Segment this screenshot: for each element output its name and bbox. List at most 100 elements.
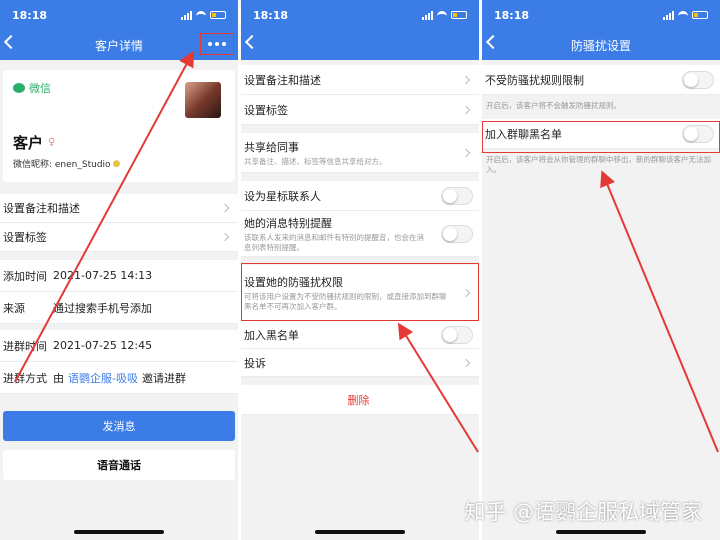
wechat-label: 微信 bbox=[29, 82, 51, 95]
info-label: 进群方式 bbox=[3, 371, 47, 385]
wifi-icon bbox=[196, 11, 206, 19]
watermark: 知乎 @语鹦企服私域管家 bbox=[464, 500, 702, 524]
chevron-right-icon bbox=[461, 358, 471, 367]
anti-harass-settings-screen: 18:18 防骚扰设置 不受防骚扰规则限制 开启后，该客户将不会触发防骚扰规则。… bbox=[482, 0, 720, 540]
send-message-button[interactable]: 发消息 bbox=[3, 411, 235, 441]
join-prefix: 由 bbox=[53, 371, 64, 385]
chevron-right-icon bbox=[461, 148, 471, 157]
chevron-right-icon bbox=[461, 105, 471, 114]
avatar[interactable] bbox=[185, 82, 221, 118]
home-indicator bbox=[315, 530, 405, 534]
signal-icon bbox=[422, 10, 433, 20]
info-row-source: 来源 通过搜索手机号添加 bbox=[0, 292, 238, 324]
blacklist-toggle[interactable] bbox=[441, 325, 473, 344]
info-row-add-time: 添加时间 2021-07-25 14:13 bbox=[0, 260, 238, 292]
share-to-colleague-row[interactable]: 共享给同事共享备注、描述、标签等信息共享给对方。 bbox=[241, 133, 479, 173]
wechat-nickname: 微信昵称: enen_Studio bbox=[13, 160, 111, 170]
wifi-icon bbox=[437, 11, 447, 19]
inviter-link[interactable]: 语鹦企服-吸吸 bbox=[68, 370, 138, 386]
send-message-label: 发消息 bbox=[102, 420, 136, 433]
signal-icon bbox=[663, 10, 674, 20]
row-label: 加入黑名单 bbox=[244, 328, 299, 342]
back-icon[interactable] bbox=[3, 34, 19, 50]
battery-icon bbox=[692, 11, 708, 19]
row-label: 她的消息特别提醒 bbox=[244, 216, 332, 230]
special-notify-row: 她的消息特别提醒该联系人发来的消息和邮件有特别的提醒音，也会在消息列表特别提醒。 bbox=[241, 211, 479, 257]
set-remark-label: 设置备注和描述 bbox=[3, 202, 80, 215]
status-bar: 18:18 bbox=[241, 0, 479, 30]
voice-call-button[interactable]: 语音通话 bbox=[3, 450, 235, 480]
row-subtitle: 共享备注、描述、标签等信息共享给对方。 bbox=[244, 156, 387, 166]
info-label: 来源 bbox=[3, 301, 25, 315]
bulb-icon: ● bbox=[112, 158, 121, 169]
info-row-join-time: 进群时间 2021-07-25 12:45 bbox=[0, 330, 238, 362]
row-label: 投诉 bbox=[244, 356, 266, 370]
group-blacklist-hint: 开启后，该客户将会从你管理的群聊中移出，新的群聊该客户无法加入。 bbox=[486, 155, 711, 174]
set-remark-row[interactable]: 设置备注和描述 bbox=[241, 65, 479, 95]
row-label: 不受防骚扰规则限制 bbox=[485, 73, 584, 87]
battery-icon bbox=[451, 11, 467, 19]
wifi-icon bbox=[678, 11, 688, 19]
exempt-rules-row: 不受防骚扰规则限制 bbox=[482, 65, 720, 95]
set-remark-row[interactable]: 设置备注和描述 bbox=[0, 194, 238, 223]
star-contact-toggle[interactable] bbox=[441, 186, 473, 205]
blacklist-row: 加入黑名单 bbox=[241, 321, 479, 349]
dot-icon bbox=[215, 42, 219, 46]
info-row-join-method: 进群方式 由 语鹦企服-吸吸 邀请进群 bbox=[0, 362, 238, 394]
status-time: 18:18 bbox=[12, 8, 48, 22]
set-tag-row[interactable]: 设置标签 bbox=[241, 95, 479, 125]
more-options-button[interactable] bbox=[200, 33, 234, 55]
back-icon[interactable] bbox=[244, 34, 260, 50]
chevron-right-icon bbox=[461, 75, 471, 84]
top-bar: 18:18 客户详情 bbox=[0, 0, 238, 60]
set-tag-row[interactable]: 设置标签 bbox=[0, 223, 238, 252]
status-icons bbox=[181, 10, 226, 20]
page-title: 防骚扰设置 bbox=[570, 38, 631, 53]
status-bar: 18:18 bbox=[482, 0, 720, 30]
row-label: 设为星标联系人 bbox=[244, 189, 321, 203]
top-bar: 18:18 防骚扰设置 bbox=[482, 0, 720, 60]
nav-bar: 防骚扰设置 bbox=[482, 30, 720, 60]
voice-call-label: 语音通话 bbox=[97, 459, 141, 472]
row-subtitle: 该联系人发来的消息和邮件有特别的提醒音，也会在消息列表特别提醒。 bbox=[244, 232, 424, 252]
page-title: 客户详情 bbox=[94, 38, 143, 53]
row-label: 共享给同事 bbox=[244, 140, 299, 154]
info-label: 进群时间 bbox=[3, 339, 47, 353]
signal-icon bbox=[181, 10, 192, 20]
special-notify-toggle[interactable] bbox=[441, 224, 473, 243]
chevron-right-icon bbox=[220, 232, 230, 242]
nav-bar: 客户详情 bbox=[0, 30, 238, 60]
set-tag-label: 设置标签 bbox=[3, 231, 47, 244]
status-time: 18:18 bbox=[494, 8, 530, 22]
delete-label: 删除 bbox=[347, 393, 370, 407]
home-indicator bbox=[556, 530, 646, 534]
customer-settings-screen: 18:18 设置备注和描述 设置标签 共享给同事共享备注、描述、标签等信息共享给… bbox=[241, 0, 479, 540]
highlight-box bbox=[241, 263, 479, 321]
status-bar: 18:18 bbox=[0, 0, 238, 30]
dot-icon bbox=[222, 42, 226, 46]
home-indicator bbox=[74, 530, 164, 534]
status-time: 18:18 bbox=[253, 8, 289, 22]
row-label: 设置标签 bbox=[244, 103, 288, 117]
info-value: 通过搜索手机号添加 bbox=[53, 301, 152, 315]
customer-detail-screen: 18:18 客户详情 微信 客户 ♀ 微信昵称: enen_Studio ● 设… bbox=[0, 0, 238, 540]
exempt-rules-hint: 开启后，该客户将不会触发防骚扰规则。 bbox=[486, 101, 621, 110]
customer-name: 客户 bbox=[13, 134, 44, 152]
top-bar: 18:18 bbox=[241, 0, 479, 60]
battery-icon bbox=[210, 11, 226, 19]
join-suffix: 邀请进群 bbox=[141, 371, 186, 385]
highlight-box bbox=[482, 121, 720, 153]
nav-bar bbox=[241, 30, 479, 60]
row-label: 设置备注和描述 bbox=[244, 73, 321, 87]
star-contact-row: 设为星标联系人 bbox=[241, 181, 479, 211]
info-value: 2021-07-25 12:45 bbox=[53, 339, 153, 352]
complain-row[interactable]: 投诉 bbox=[241, 349, 479, 377]
exempt-rules-toggle[interactable] bbox=[682, 70, 714, 89]
info-value: 2021-07-25 14:13 bbox=[53, 269, 153, 282]
gender-icon: ♀ bbox=[48, 137, 56, 148]
dot-icon bbox=[208, 42, 212, 46]
delete-button[interactable]: 删除 bbox=[241, 385, 479, 415]
back-icon[interactable] bbox=[485, 34, 501, 50]
status-icons bbox=[422, 10, 467, 20]
chevron-right-icon bbox=[220, 203, 230, 213]
